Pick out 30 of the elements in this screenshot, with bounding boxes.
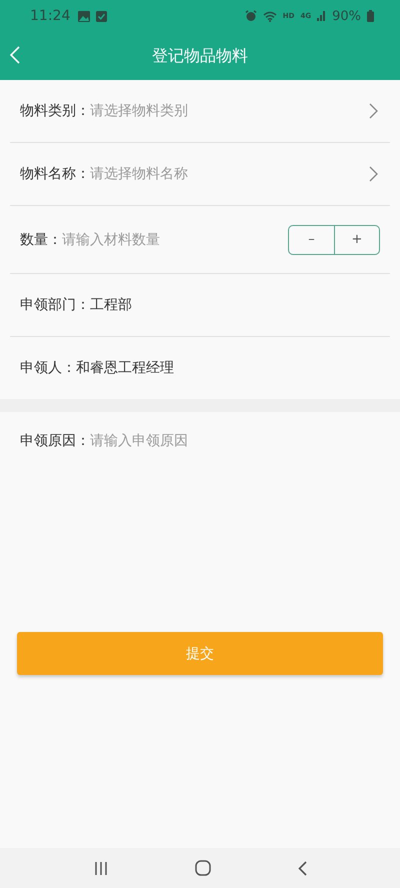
decrement-button[interactable]: – bbox=[289, 226, 334, 254]
field-label: 数量： bbox=[20, 230, 62, 248]
select-row[interactable]: 物料类别：请选择物料类别 bbox=[10, 80, 390, 143]
field-label: 申领原因： bbox=[20, 432, 90, 450]
wifi-icon bbox=[262, 10, 277, 22]
checkbox-icon bbox=[96, 10, 108, 22]
home-icon[interactable] bbox=[194, 860, 210, 876]
back-nav-icon[interactable] bbox=[298, 860, 306, 876]
field-label: 物料类别： bbox=[20, 102, 90, 120]
alarm-icon bbox=[244, 10, 257, 22]
field-value: 和睿恩工程经理 bbox=[76, 359, 174, 377]
quantity-input[interactable]: 请输入材料数量 bbox=[62, 232, 288, 248]
signal-icon bbox=[317, 11, 326, 21]
status-time: 11:24 bbox=[30, 8, 70, 24]
battery-icon bbox=[367, 10, 374, 22]
recent-apps-icon[interactable] bbox=[94, 862, 108, 874]
field-label: 申领人： bbox=[20, 359, 76, 377]
field-value: 工程部 bbox=[90, 296, 132, 314]
select-row[interactable]: 物料名称：请选择物料名称 bbox=[10, 143, 390, 206]
battery-percent: 90% bbox=[332, 8, 361, 24]
chevron-right-icon bbox=[369, 166, 378, 182]
field-label: 申领部门： bbox=[20, 296, 90, 314]
page-title: 登记物品物料 bbox=[152, 46, 248, 66]
increment-button[interactable]: + bbox=[334, 226, 379, 254]
select-placeholder: 请选择物料类别 bbox=[90, 102, 189, 120]
select-placeholder: 请选择物料名称 bbox=[90, 165, 189, 183]
reason-input[interactable]: 请输入申领原因 bbox=[90, 432, 380, 552]
field-label: 物料名称： bbox=[20, 165, 90, 183]
chevron-right-icon bbox=[369, 103, 378, 119]
image-icon bbox=[78, 10, 90, 22]
